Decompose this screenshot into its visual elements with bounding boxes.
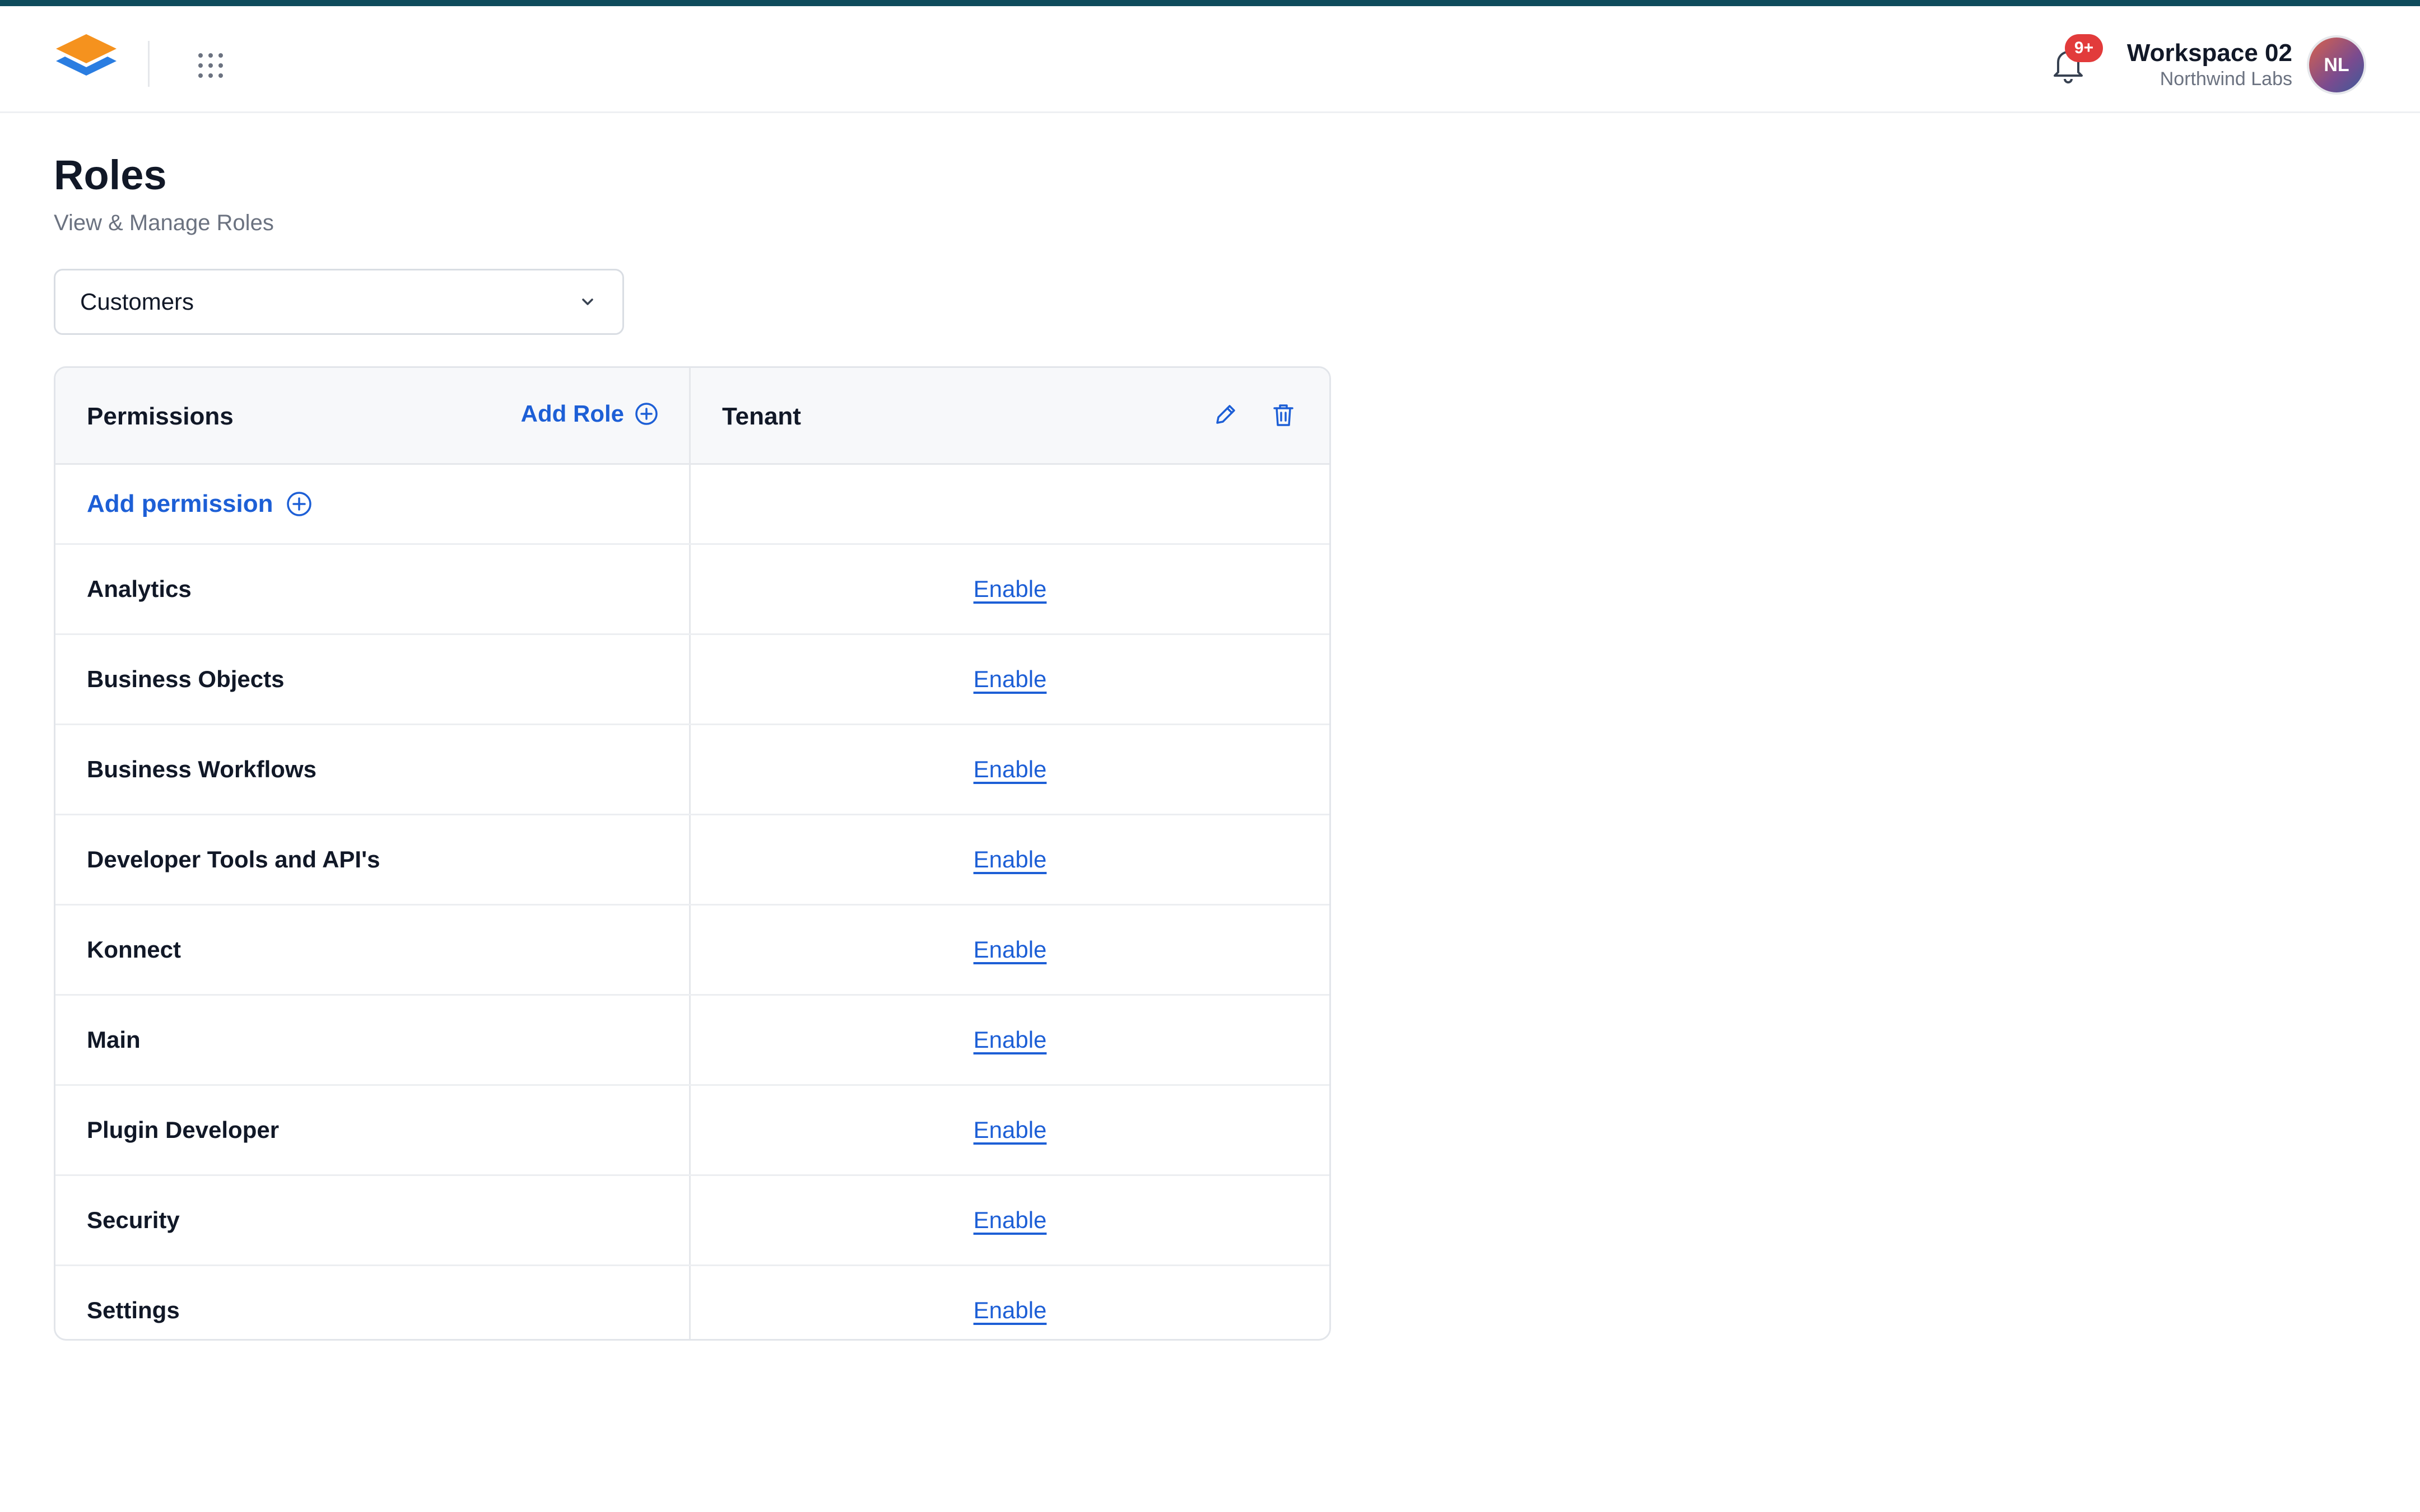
add-permission-row: Add permission [55, 465, 1329, 545]
role-header-tenant: Tenant [722, 403, 801, 430]
enable-link[interactable]: Enable [974, 846, 1047, 873]
permission-name: Business Objects [87, 666, 285, 692]
add-permission-label: Add permission [87, 490, 273, 517]
permission-name: Settings [87, 1297, 180, 1323]
permission-name: Konnect [87, 936, 181, 963]
plus-circle-icon [286, 492, 311, 516]
header-divider [148, 41, 150, 87]
edit-pencil-icon[interactable] [1212, 402, 1239, 428]
workspace-org: Northwind Labs [2160, 68, 2292, 90]
permission-name: Plugin Developer [87, 1117, 280, 1143]
chevron-down-icon [578, 292, 598, 312]
add-role-label: Add Role [520, 400, 624, 427]
permissions-table: Permissions Add Role Tenant Add permissi… [54, 366, 1331, 1341]
enable-link[interactable]: Enable [974, 1026, 1047, 1053]
table-row: Analytics Enable [55, 545, 1329, 635]
plus-circle-icon [635, 403, 658, 425]
table-row: Main Enable [55, 996, 1329, 1086]
enable-link[interactable]: Enable [974, 666, 1047, 693]
table-row: Settings Enable [55, 1266, 1329, 1339]
page-title: Roles [54, 152, 167, 198]
table-row: Security Enable [55, 1176, 1329, 1266]
table-row: Developer Tools and API's Enable [55, 815, 1329, 906]
page-subtitle: View & Manage Roles [54, 211, 274, 235]
table-row: Business Objects Enable [55, 635, 1329, 725]
enable-link[interactable]: Enable [974, 1117, 1047, 1144]
avatar[interactable]: NL [2309, 38, 2364, 92]
permission-name: Main [87, 1026, 141, 1053]
table-row: Konnect Enable [55, 906, 1329, 996]
app-logo-icon[interactable] [54, 32, 119, 86]
select-value: Customers [80, 288, 194, 315]
add-permission-button[interactable]: Add permission [87, 490, 313, 518]
top-header: 9+ Workspace 02 Northwind Labs NL [0, 6, 2420, 113]
table-header: Permissions Add Role Tenant [55, 368, 1329, 465]
role-group-select[interactable]: Customers [54, 269, 624, 335]
grid-dots-icon[interactable] [197, 52, 224, 79]
top-accent-bar [0, 0, 2420, 6]
permission-name: Developer Tools and API's [87, 846, 380, 872]
enable-link[interactable]: Enable [974, 936, 1047, 963]
permission-name: Security [87, 1207, 180, 1233]
enable-link[interactable]: Enable [974, 1207, 1047, 1234]
enable-link[interactable]: Enable [974, 1297, 1047, 1324]
table-row: Plugin Developer Enable [55, 1086, 1329, 1176]
permissions-header: Permissions [87, 403, 234, 430]
enable-link[interactable]: Enable [974, 756, 1047, 783]
enable-link[interactable]: Enable [974, 576, 1047, 603]
table-row: Business Workflows Enable [55, 725, 1329, 815]
notification-badge: 9+ [2065, 34, 2103, 62]
add-role-button[interactable]: Add Role [521, 400, 659, 427]
permission-rows: Analytics Enable Business Objects Enable Bus… [55, 545, 1329, 1339]
workspace-switcher[interactable]: Workspace 02 Northwind Labs [2127, 39, 2292, 90]
workspace-name: Workspace 02 [2126, 39, 2292, 67]
permission-name: Analytics [87, 576, 192, 602]
trash-icon[interactable] [1270, 402, 1297, 428]
permission-name: Business Workflows [87, 756, 317, 782]
